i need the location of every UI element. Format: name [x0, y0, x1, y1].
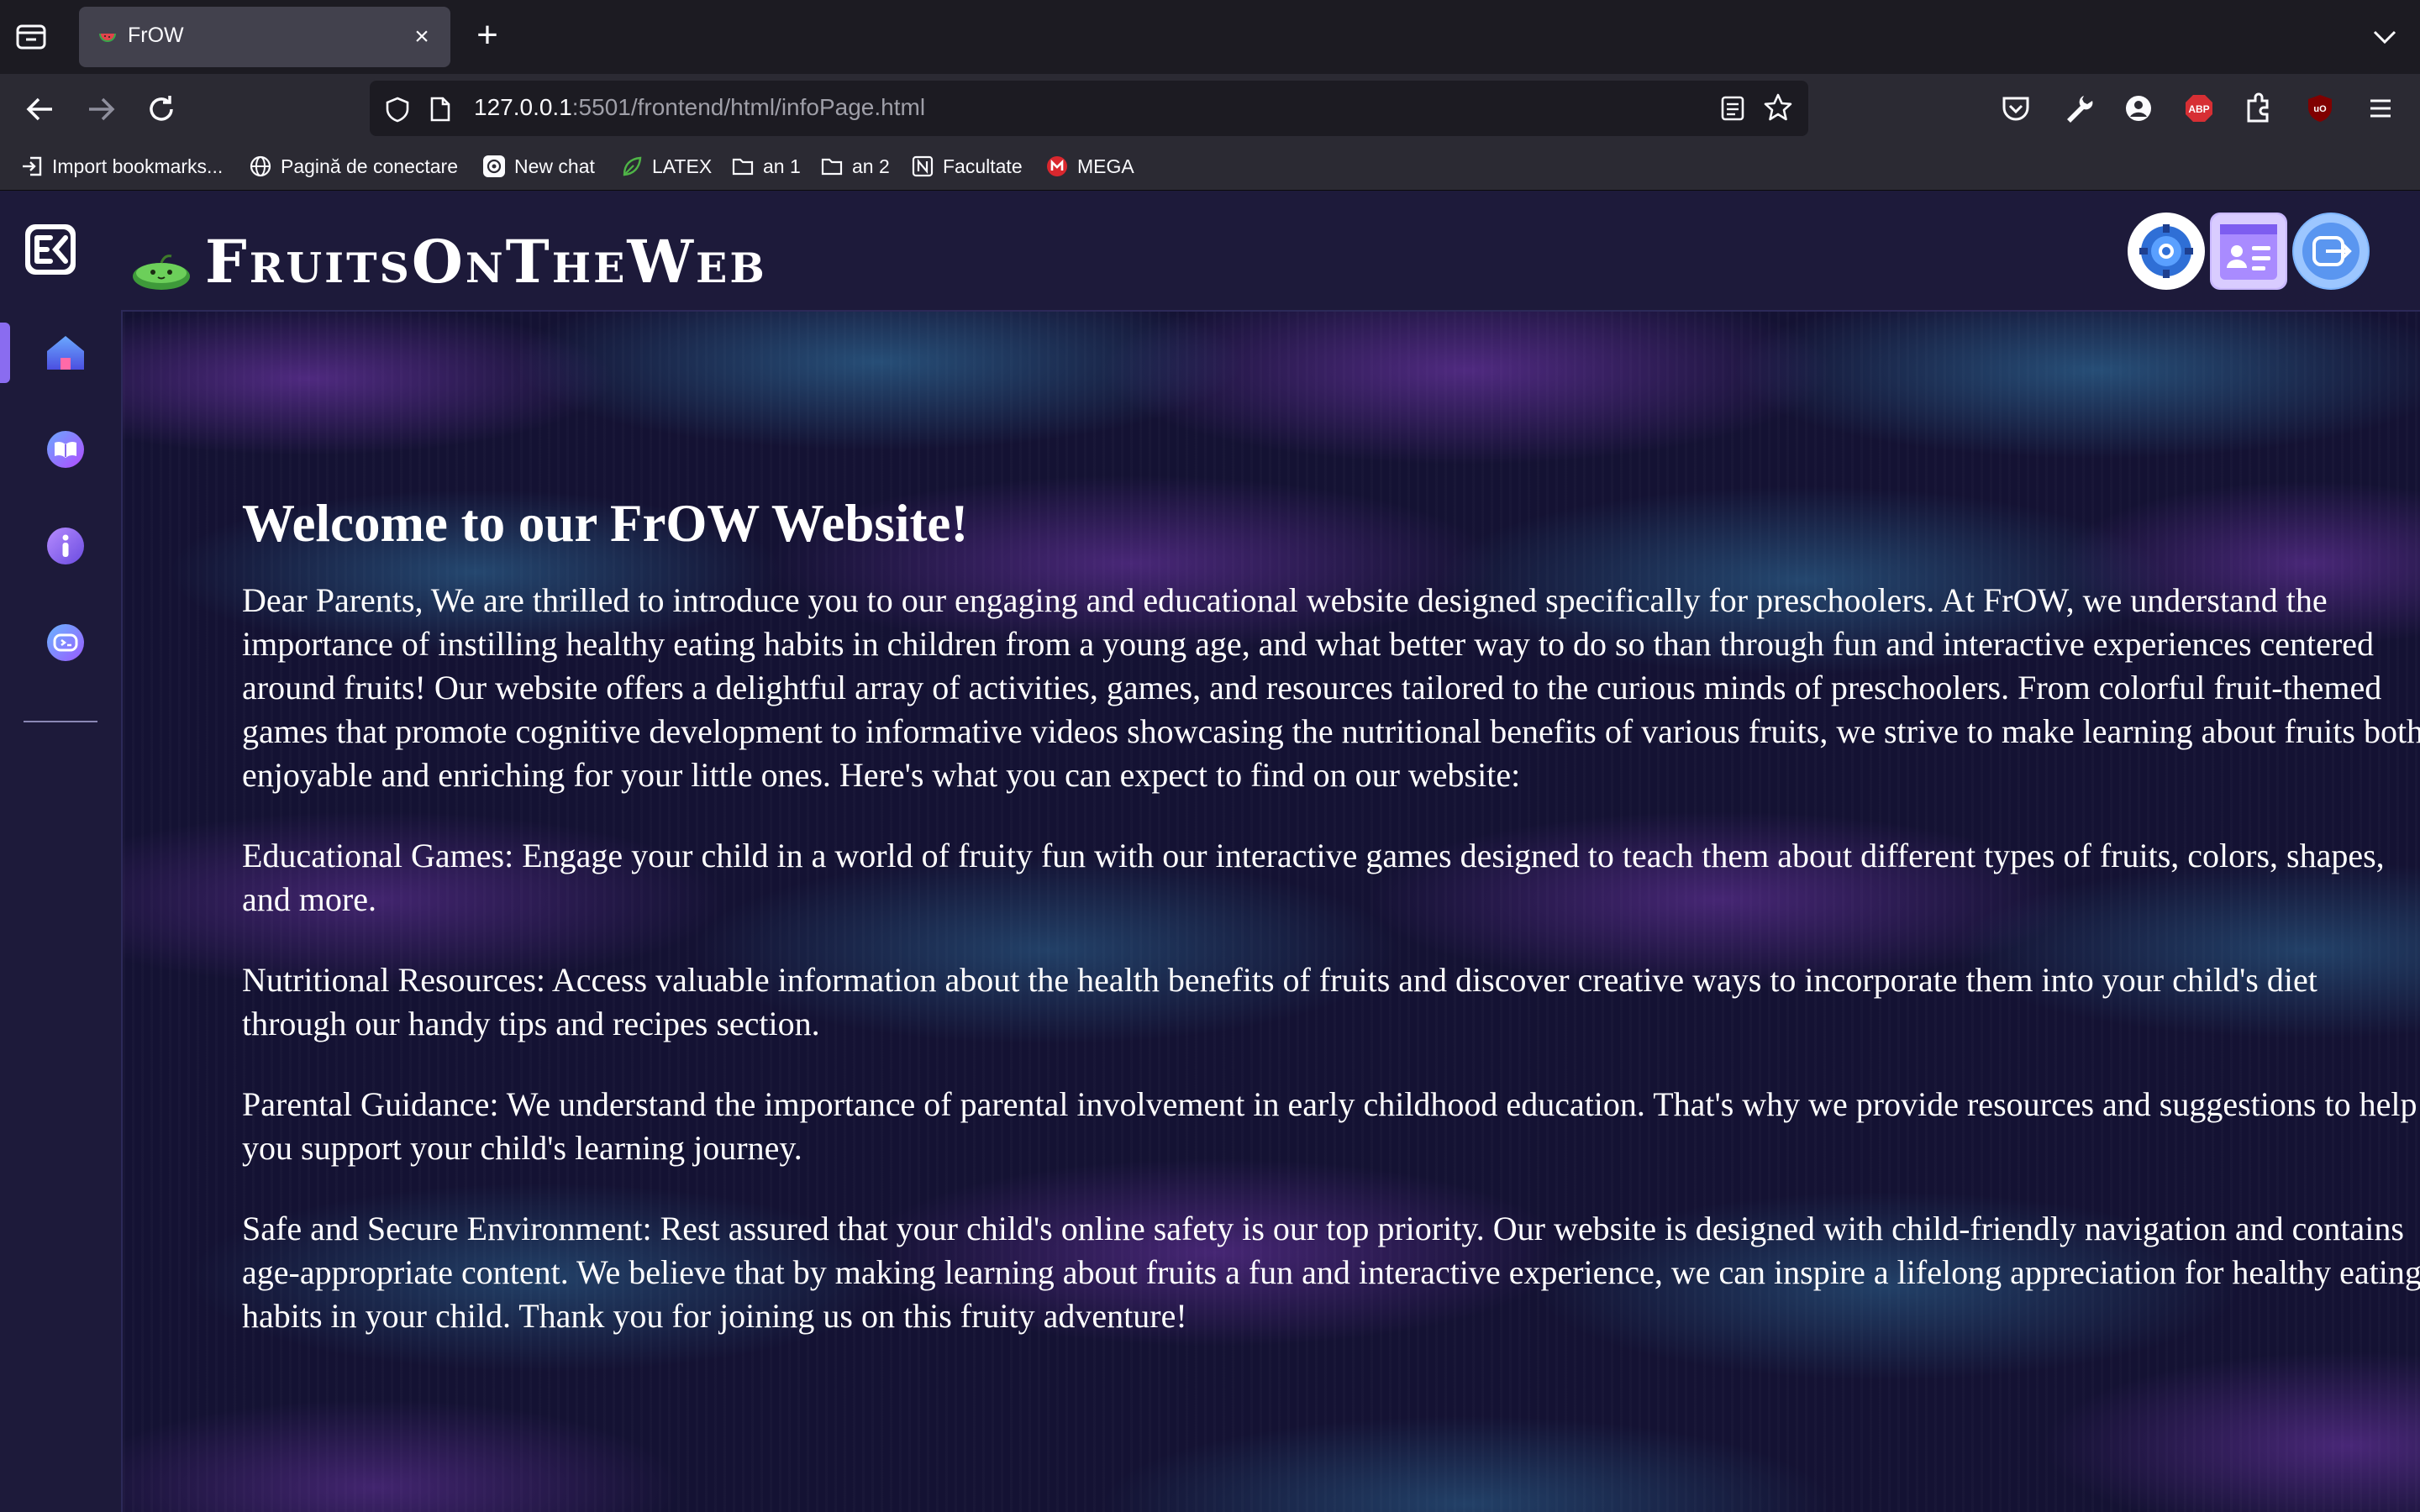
gear-icon: [2130, 215, 2202, 287]
notion-icon: [912, 155, 934, 177]
sidebar-item-games[interactable]: [44, 621, 87, 664]
reload-icon[interactable]: [141, 89, 182, 129]
bookmark-label: Facultate: [943, 155, 1023, 177]
bookmark-latex[interactable]: LATEX: [620, 151, 712, 181]
sidebar-item-learn[interactable]: [44, 428, 87, 471]
mega-icon: [1047, 156, 1067, 176]
brand-title: FruitsOnTheWeb: [205, 227, 767, 297]
forward-arrow-icon[interactable]: [81, 89, 121, 129]
bookmark-label: Pagină de conectare: [281, 155, 458, 177]
bookmark-label: LATEX: [652, 155, 713, 177]
page-info-icon[interactable]: [429, 96, 452, 123]
close-tab-icon[interactable]: ×: [407, 22, 437, 52]
tab-title: FrOW: [128, 24, 184, 47]
url-text[interactable]: 127.0.0.1:5501/frontend/html/infoPage.ht…: [474, 94, 925, 121]
bookmark-label: Import bookmarks...: [52, 155, 224, 177]
app-logo-icon[interactable]: [22, 221, 79, 278]
game-icon: [47, 624, 84, 661]
safety-paragraph: Safe and Secure Environment: Rest assure…: [242, 1210, 2420, 1335]
account-icon[interactable]: [2119, 89, 2158, 128]
bookmark-an2[interactable]: an 2: [820, 151, 890, 181]
url-path: :5501/frontend/html/infoPage.html: [571, 94, 926, 120]
folder-icon: [732, 158, 754, 176]
pocket-icon[interactable]: [1996, 89, 2035, 128]
sidebar-divider: [24, 721, 97, 722]
tab-list-icon[interactable]: [15, 22, 47, 52]
book-icon: [47, 431, 84, 468]
intro-paragraph: Dear Parents, We are thrilled to introdu…: [242, 581, 2420, 794]
logout-icon: [2294, 214, 2368, 288]
bookmarks-bar: Import bookmarks... Pagină de conectare …: [0, 143, 2420, 191]
bookmark-import[interactable]: Import bookmarks...: [20, 151, 223, 181]
bookmark-an1[interactable]: an 1: [731, 151, 801, 181]
bookmark-label: an 2: [852, 155, 890, 177]
logout-button[interactable]: [2292, 213, 2370, 290]
leaf-icon: [623, 156, 642, 176]
svg-text:ABP: ABP: [2188, 103, 2209, 115]
import-icon: [23, 156, 42, 176]
menu-icon[interactable]: [2361, 89, 2400, 128]
openai-icon: [483, 155, 505, 177]
info-article: Welcome to our FrOW Website! Dear Parent…: [242, 493, 2420, 1375]
bookmark-label: MEGA: [1077, 155, 1134, 177]
bookmark-conectare[interactable]: Pagină de conectare: [249, 151, 458, 181]
main-content: Welcome to our FrOW Website! Dear Parent…: [123, 312, 2420, 1512]
nutrition-paragraph: Nutritional Resources: Access valuable i…: [242, 961, 2317, 1042]
chevron-down-icon[interactable]: [2370, 22, 2400, 52]
bookmark-label: an 1: [763, 155, 801, 177]
bookmark-label: New chat: [514, 155, 595, 177]
watermelon-favicon-icon: [97, 27, 118, 47]
wrench-icon[interactable]: [2059, 89, 2097, 128]
adblock-icon[interactable]: ABP: [2180, 89, 2218, 128]
app-header: FruitsOnTheWeb: [121, 191, 2420, 312]
info-icon: [47, 528, 84, 564]
games-paragraph: Educational Games: Engage your child in …: [242, 837, 2385, 918]
page-title: Welcome to our FrOW Website!: [242, 494, 969, 553]
svg-text:uO: uO: [2313, 104, 2327, 114]
sidebar: [0, 191, 123, 1512]
guidance-paragraph: Parental Guidance: We understand the imp…: [242, 1085, 2417, 1167]
globe-icon: [250, 155, 271, 177]
id-card-icon: [2212, 214, 2286, 288]
bookmark-mega[interactable]: MEGA: [1045, 151, 1134, 181]
url-host: 127.0.0.1: [474, 94, 572, 120]
fruit-mascot-icon: [129, 249, 193, 291]
web-page: FruitsOnTheWeb Welcome to our FrOW Websi…: [0, 191, 2420, 1512]
profile-button[interactable]: [2210, 213, 2287, 290]
home-icon: [47, 336, 84, 370]
settings-button[interactable]: [2128, 213, 2205, 290]
extensions-icon[interactable]: [2240, 89, 2279, 128]
reader-view-icon[interactable]: [1719, 94, 1746, 123]
new-tab-icon[interactable]: +: [471, 17, 504, 54]
ublock-icon[interactable]: uO: [2301, 89, 2339, 128]
shield-icon[interactable]: [385, 96, 410, 123]
folder-icon: [821, 158, 843, 176]
sidebar-item-info[interactable]: [44, 524, 87, 568]
browser-tab[interactable]: FrOW ×: [79, 7, 450, 67]
bookmark-star-icon[interactable]: [1763, 92, 1793, 123]
browser-tab-bar: FrOW × +: [0, 0, 2420, 74]
bookmark-new-chat[interactable]: New chat: [482, 151, 595, 181]
sidebar-active-indicator: [0, 323, 10, 383]
browser-nav-bar: 127.0.0.1:5501/frontend/html/infoPage.ht…: [0, 74, 2420, 143]
sidebar-item-home[interactable]: [44, 331, 87, 375]
url-bar[interactable]: 127.0.0.1:5501/frontend/html/infoPage.ht…: [370, 81, 1808, 136]
back-arrow-icon[interactable]: [20, 89, 60, 129]
bookmark-facultate[interactable]: Facultate: [911, 151, 1023, 181]
